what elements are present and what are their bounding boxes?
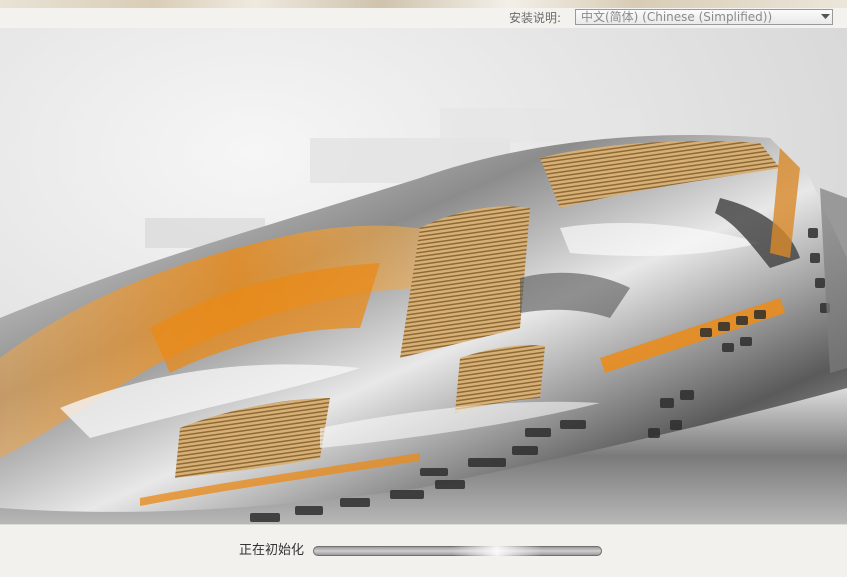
banner-strip (0, 0, 847, 8)
language-select-value: 中文(简体) (Chinese (Simplified)) (581, 10, 773, 24)
progress-bar (313, 546, 602, 556)
chevron-down-icon[interactable] (818, 10, 832, 24)
splash-image (0, 28, 847, 524)
status-bar: 正在初始化 (0, 524, 847, 577)
language-label: 安装说明: (508, 11, 561, 25)
status-text: 正在初始化 (239, 543, 305, 558)
progress-glow (452, 546, 542, 556)
language-select[interactable]: 中文(简体) (Chinese (Simplified)) (575, 9, 833, 25)
